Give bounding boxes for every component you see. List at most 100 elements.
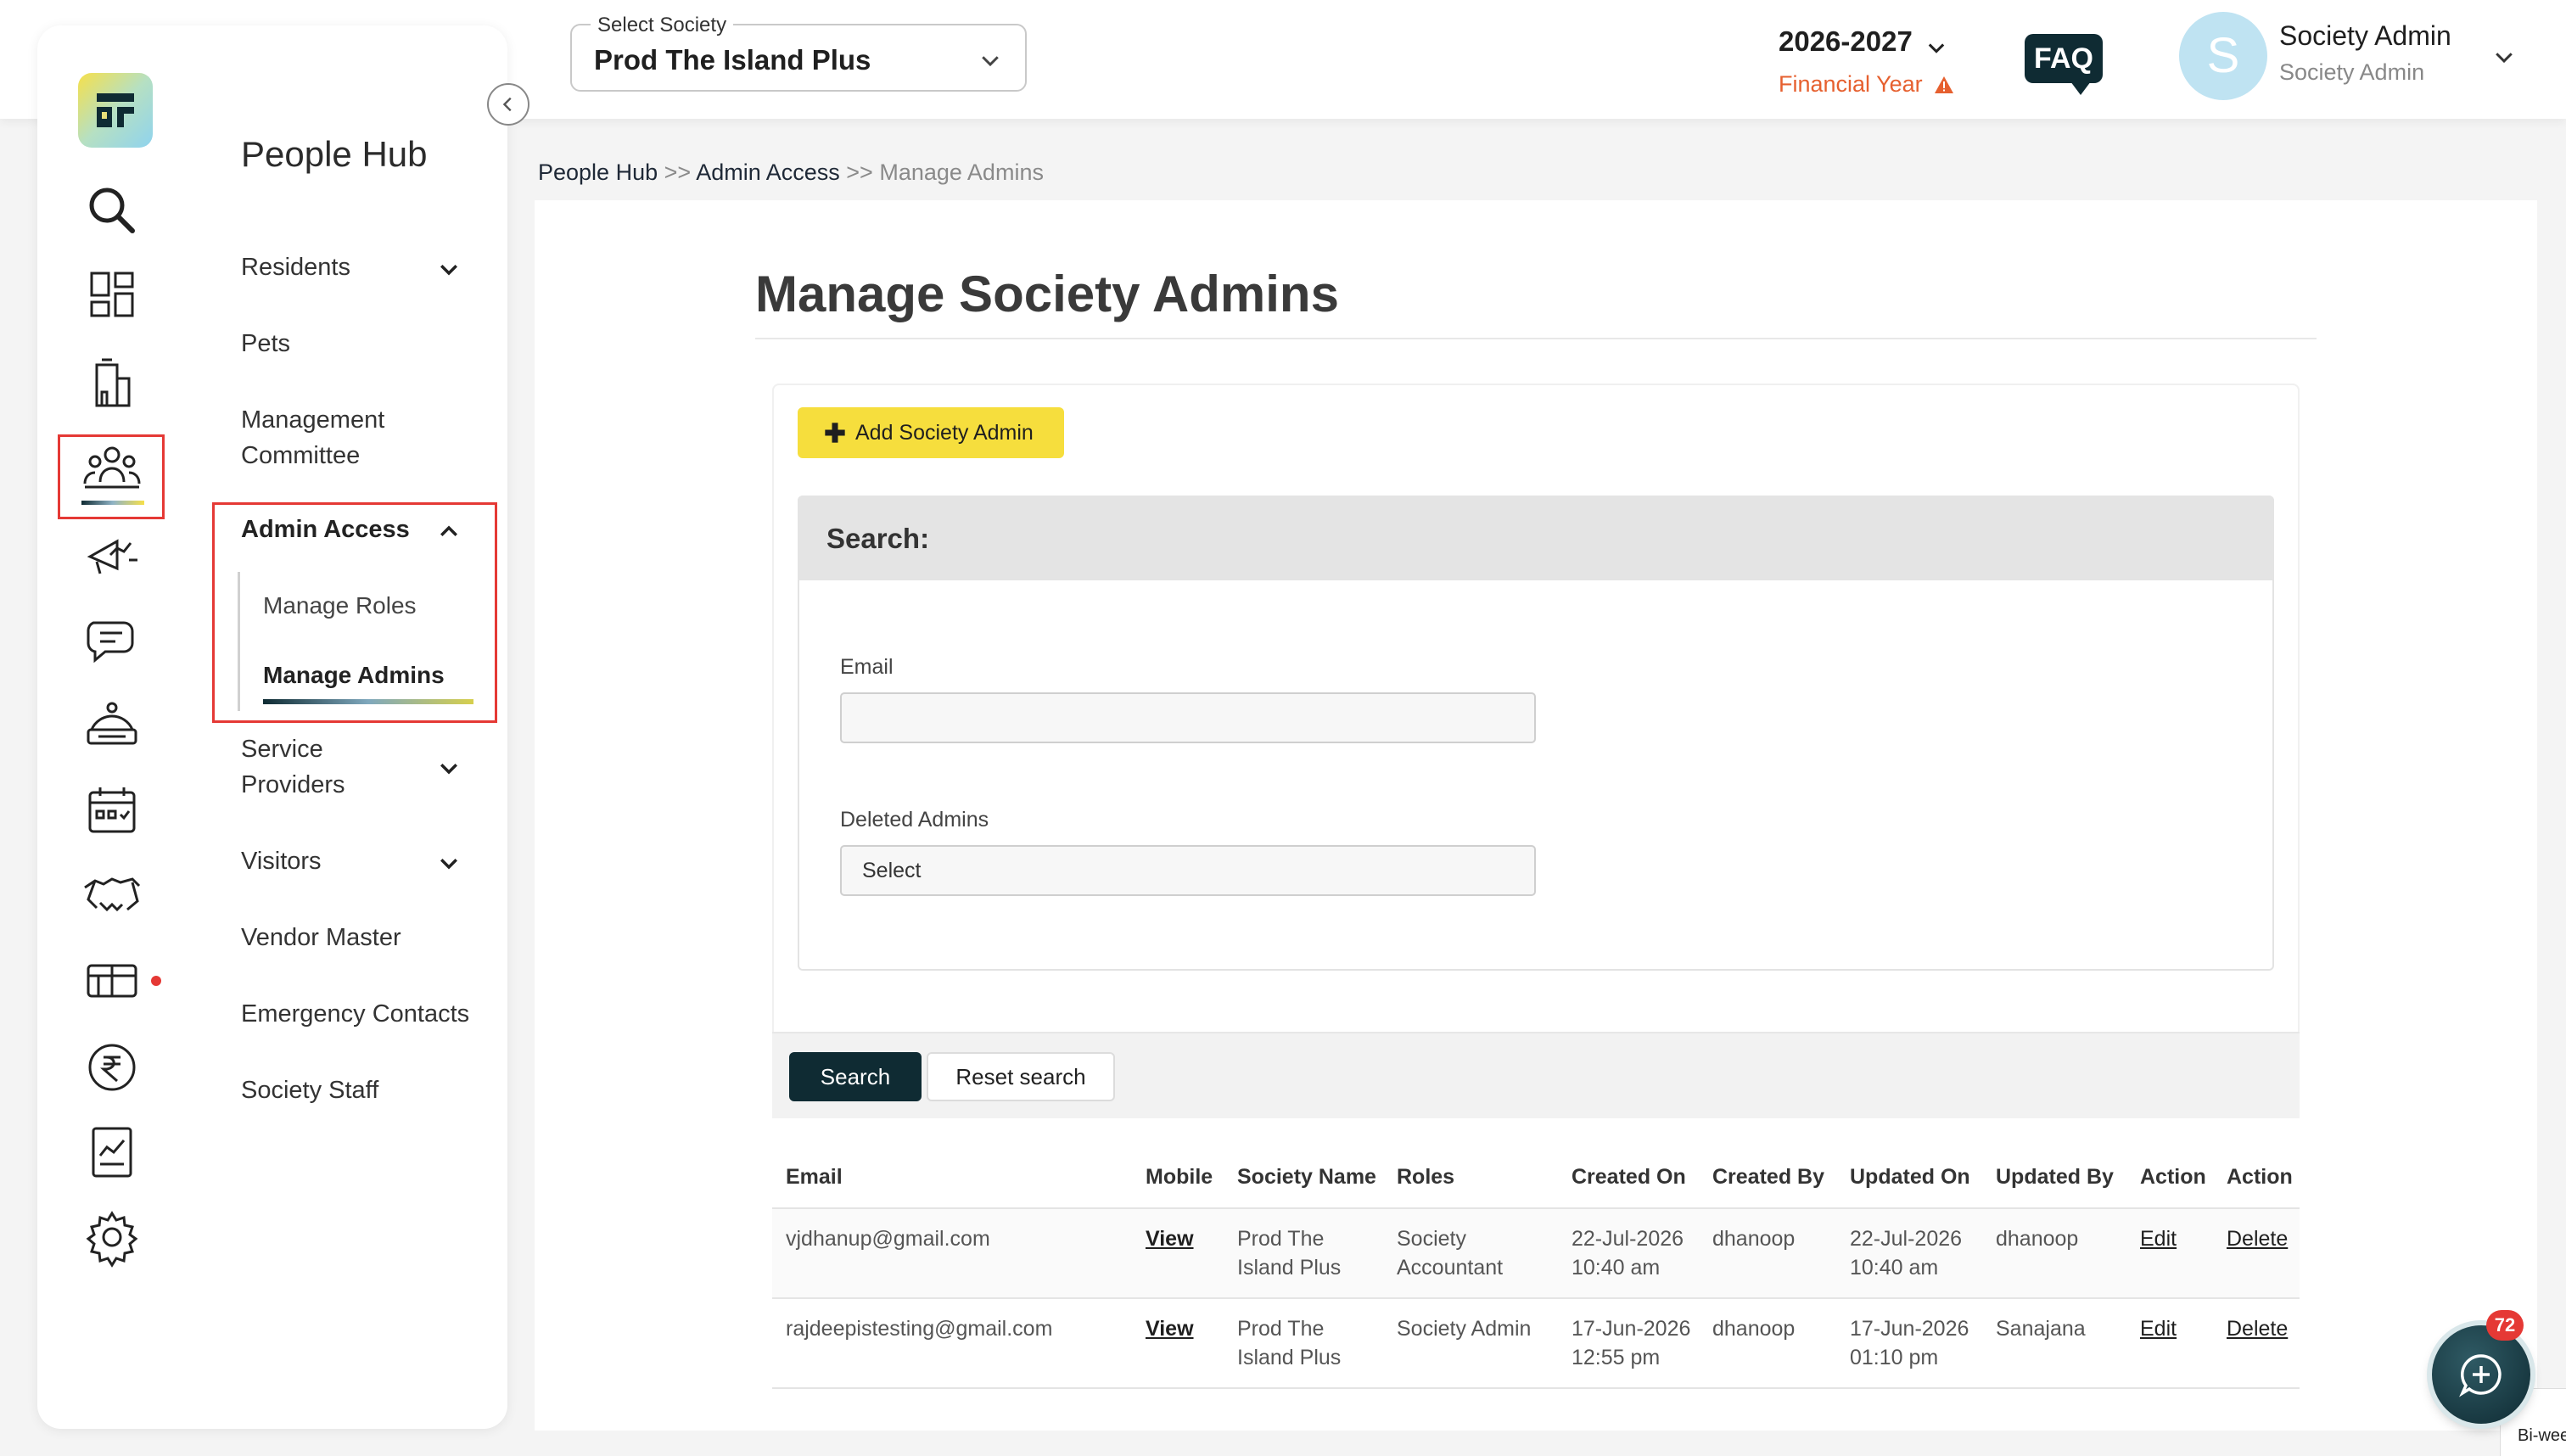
delete-link[interactable]: Delete: [2227, 1227, 2288, 1251]
megaphone-icon[interactable]: [81, 524, 143, 585]
cell-roles: Society Admin: [1383, 1298, 1558, 1389]
sidebar-item-service-providers[interactable]: Service Providers: [241, 731, 345, 803]
building-icon[interactable]: [81, 353, 143, 414]
cell-society-name: Prod The Island Plus: [1224, 1208, 1383, 1299]
rupee-icon[interactable]: [81, 1037, 143, 1098]
cell-created-by: dhanoop: [1699, 1208, 1836, 1299]
view-mobile-link[interactable]: View: [1146, 1227, 1194, 1251]
sidebar-item-emergency-contacts[interactable]: Emergency Contacts: [241, 996, 469, 1032]
add-society-admin-label: Add Society Admin: [855, 421, 1034, 445]
cell-updated-on: 17-Jun-2026 01:10 pm: [1836, 1298, 1982, 1389]
faq-button[interactable]: FAQ: [2025, 34, 2103, 95]
user-role: Society Admin: [2279, 59, 2425, 85]
breadcrumb-separator: >>: [664, 160, 692, 185]
calendar-icon[interactable]: [81, 781, 143, 842]
sidebar-item-residents[interactable]: Residents: [241, 249, 350, 285]
rail-active-highlight: [58, 434, 165, 519]
email-label: Email: [840, 655, 894, 679]
sidebar-item-society-staff[interactable]: Society Staff: [241, 1072, 378, 1108]
cell-email: rajdeepistesting@gmail.com: [772, 1298, 1132, 1389]
table-row: rajdeepistesting@gmail.com View Prod The…: [772, 1298, 2300, 1389]
sidebar-item-visitors[interactable]: Visitors: [241, 843, 322, 879]
search-icon[interactable]: [81, 180, 143, 241]
cell-created-by: dhanoop: [1699, 1298, 1836, 1389]
view-mobile-link[interactable]: View: [1146, 1317, 1194, 1341]
cell-created-on: 22-Jul-2026 10:40 am: [1558, 1208, 1699, 1299]
cell-society-name: Prod The Island Plus: [1224, 1298, 1383, 1389]
society-select-label: Select Society: [591, 14, 734, 37]
sidebar-subitem-manage-admins[interactable]: Manage Admins: [263, 662, 445, 689]
cell-updated-by: Sanajana: [1982, 1298, 2126, 1389]
cell-updated-on: 22-Jul-2026 10:40 am: [1836, 1208, 1982, 1299]
dashboard-icon[interactable]: [81, 265, 143, 326]
chat-icon[interactable]: [81, 611, 143, 672]
column-header-roles: Roles: [1383, 1147, 1558, 1209]
table-row: vjdhanup@gmail.com View Prod The Island …: [772, 1208, 2300, 1299]
chevron-down-icon[interactable]: [436, 256, 462, 282]
sidebar-item-admin-access[interactable]: Admin Access: [241, 516, 410, 544]
service-icon[interactable]: [81, 696, 143, 757]
warning-icon: [1935, 76, 1954, 93]
breadcrumb-admin-access[interactable]: Admin Access: [696, 160, 840, 185]
sidebar-item-pets[interactable]: Pets: [241, 326, 290, 361]
financial-year-value: 2026-2027: [1779, 25, 1913, 57]
add-society-admin-button[interactable]: Add Society Admin: [798, 407, 1064, 458]
search-panel-header: Search:: [798, 496, 2274, 580]
user-name: Society Admin: [2279, 20, 2451, 51]
financial-year-selector[interactable]: 2026-2027 Financial Year: [1779, 25, 1965, 97]
title-divider: [755, 338, 2317, 339]
edit-link[interactable]: Edit: [2140, 1227, 2177, 1251]
store-icon[interactable]: [81, 949, 143, 1010]
cell-updated-by: dhanoop: [1982, 1208, 2126, 1299]
column-header-mobile: Mobile: [1132, 1147, 1224, 1209]
gear-icon[interactable]: [81, 1207, 143, 1268]
reset-search-button[interactable]: Reset search: [927, 1052, 1115, 1101]
submenu-guide-line: [238, 572, 240, 711]
chevron-down-icon[interactable]: [436, 755, 462, 781]
deleted-admins-select[interactable]: Select: [840, 845, 1536, 896]
chevron-down-icon: [982, 56, 999, 67]
society-select-value: Prod The Island Plus: [594, 44, 871, 76]
sidebar-item-management-committee[interactable]: Management Committee: [241, 402, 384, 473]
collapse-sidebar-button[interactable]: [487, 83, 529, 126]
cell-created-on: 17-Jun-2026 12:55 pm: [1558, 1298, 1699, 1389]
breadcrumb-current: Manage Admins: [879, 160, 1044, 185]
column-header-action: Action: [2126, 1147, 2213, 1209]
column-header-updated-by: Updated By: [1982, 1147, 2126, 1209]
breadcrumb: People Hub >> Admin Access >> Manage Adm…: [538, 160, 1044, 186]
chevron-left-icon: [502, 97, 512, 112]
column-header-email: Email: [772, 1147, 1132, 1209]
handshake-icon[interactable]: [81, 864, 143, 925]
email-field[interactable]: [840, 692, 1536, 743]
search-panel-title: Search:: [826, 523, 930, 554]
active-subitem-underline: [263, 699, 473, 704]
avatar[interactable]: S: [2179, 12, 2267, 100]
report-icon[interactable]: [81, 1122, 143, 1183]
sidebar-subitem-manage-roles[interactable]: Manage Roles: [263, 592, 417, 619]
chevron-up-icon[interactable]: [436, 519, 462, 545]
sidebar-item-vendor-master[interactable]: Vendor Master: [241, 920, 401, 955]
breadcrumb-people-hub[interactable]: People Hub: [538, 160, 658, 185]
chevron-down-icon: [1929, 43, 1945, 53]
deleted-admins-label: Deleted Admins: [840, 808, 989, 832]
financial-year-label: Financial Year: [1779, 71, 1954, 98]
sidebar-title: People Hub: [241, 134, 428, 174]
chevron-down-icon[interactable]: [2491, 44, 2517, 70]
chevron-down-icon[interactable]: [436, 850, 462, 876]
society-select[interactable]: Select Society Prod The Island Plus: [570, 14, 1027, 92]
chat-support-button[interactable]: [2432, 1325, 2530, 1424]
delete-link[interactable]: Delete: [2227, 1317, 2288, 1341]
app-logo[interactable]: [78, 73, 153, 148]
edit-link[interactable]: Edit: [2140, 1317, 2177, 1341]
admins-table: Email Mobile Society Name Roles Created …: [772, 1147, 2300, 1389]
cell-email: vjdhanup@gmail.com: [772, 1208, 1132, 1299]
breadcrumb-separator: >>: [846, 160, 873, 185]
table-header-row: Email Mobile Society Name Roles Created …: [772, 1147, 2300, 1209]
column-header-created-by: Created By: [1699, 1147, 1836, 1209]
column-header-society-name: Society Name: [1224, 1147, 1383, 1209]
search-button[interactable]: Search: [789, 1052, 922, 1101]
column-header-action: Action: [2213, 1147, 2300, 1209]
chat-unread-badge: 72: [2486, 1310, 2524, 1341]
plus-icon: [825, 423, 845, 443]
page-title: Manage Society Admins: [755, 266, 1339, 322]
